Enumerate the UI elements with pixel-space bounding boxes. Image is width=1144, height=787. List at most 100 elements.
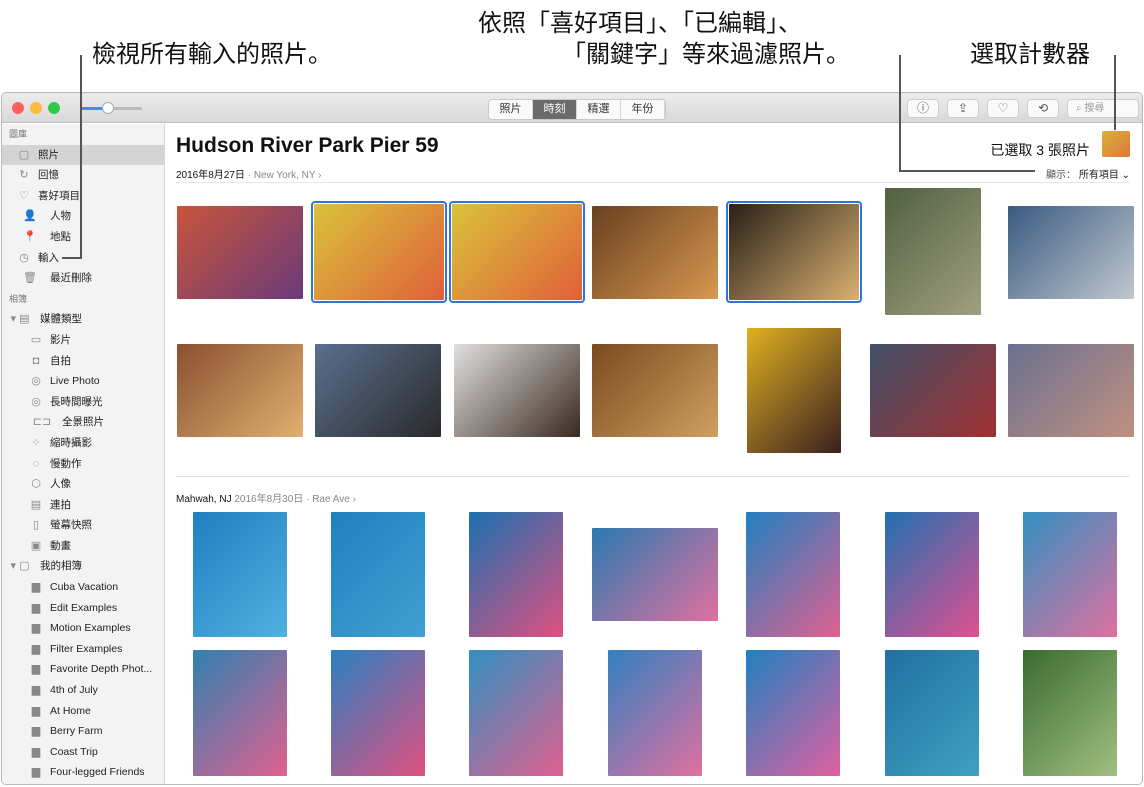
photo-thumbnail[interactable] xyxy=(177,206,303,299)
photo-thumbnail[interactable] xyxy=(449,201,585,303)
sidebar-item-label: Motion Examples xyxy=(50,622,131,635)
slider-knob[interactable] xyxy=(102,102,114,114)
zoom-button[interactable] xyxy=(48,102,60,114)
sidebar-item-library-2[interactable]: ♡ 喜好項目 xyxy=(2,186,164,207)
sidebar-item-media-8[interactable]: ▤ 連拍 xyxy=(2,495,164,516)
tab-0[interactable]: 照片 xyxy=(489,100,533,119)
selection-thumbnail[interactable] xyxy=(1102,131,1130,157)
sidebar-item-album-6[interactable]: ▆ At Home xyxy=(2,701,164,722)
sidebar-item-album-0[interactable]: ▆ Cuba Vacation xyxy=(2,577,164,598)
page-title: Hudson River Park Pier 59 xyxy=(176,134,439,157)
tab-2[interactable]: 精選 xyxy=(577,100,621,119)
sidebar-item-media-types[interactable]: ▾ ▤ 媒體類型 xyxy=(2,309,164,330)
photo-thumbnail[interactable] xyxy=(315,344,441,437)
sidebar-item-album-4[interactable]: ▆ Favorite Depth Phot... xyxy=(2,659,164,680)
photo-thumbnail[interactable] xyxy=(885,512,979,637)
sidebar-item-media-5[interactable]: ⁘ 縮時攝影 xyxy=(2,433,164,454)
minimize-button[interactable] xyxy=(30,102,42,114)
sidebar-item-label: 動畫 xyxy=(50,539,71,552)
photo-thumbnail[interactable] xyxy=(1023,512,1117,637)
sidebar-item-media-2-icon: ◎ xyxy=(31,375,41,388)
sidebar-item-library-6[interactable]: 🗑 最近刪除 xyxy=(2,268,164,289)
sidebar-item-library-1[interactable]: ↻ 回憶 xyxy=(2,165,164,186)
sidebar-item-library-0-icon: ▢ xyxy=(18,148,30,161)
photo-thumbnail[interactable] xyxy=(746,650,840,776)
sidebar-item-media-9[interactable]: ▯ 螢幕快照 xyxy=(2,515,164,536)
photo-thumbnail[interactable] xyxy=(193,512,287,637)
photo-thumbnail[interactable] xyxy=(177,344,303,437)
chevron-right-icon: › xyxy=(349,494,356,505)
sidebar-item-album-7[interactable]: ▆ Berry Farm xyxy=(2,721,164,742)
sidebar-item-media-6[interactable]: ◌ 慢動作 xyxy=(2,454,164,475)
sidebar-item-my-albums[interactable]: ▾ ▢ 我的相簿 xyxy=(2,556,164,577)
sidebar-item-album-1[interactable]: ▆ Edit Examples xyxy=(2,598,164,619)
info-button[interactable]: ⓘ xyxy=(907,99,939,118)
sidebar-item-library-5[interactable]: ◷ 輸入 xyxy=(2,248,164,269)
divider xyxy=(176,476,1130,477)
photo-thumbnail[interactable] xyxy=(311,201,447,303)
sidebar-item-album-3[interactable]: ▆ Filter Examples xyxy=(2,639,164,660)
photo-thumbnail[interactable] xyxy=(1023,650,1117,776)
thumbnail-size-slider[interactable] xyxy=(82,102,142,114)
sidebar-item-album-5[interactable]: ▆ 4th of July xyxy=(2,680,164,701)
rotate-button[interactable]: ⟲ xyxy=(1027,99,1059,118)
sidebar-item-album-9[interactable]: ▆ Four-legged Friends xyxy=(2,762,164,783)
sidebar-item-media-0[interactable]: ▭ 影片 xyxy=(2,330,164,351)
favorite-button[interactable]: ♡ xyxy=(987,99,1019,118)
sidebar-item-label: 照片 xyxy=(38,148,59,161)
sidebar-item-album-1-icon: ▆ xyxy=(31,601,41,614)
sidebar-item-album-9-icon: ▆ xyxy=(31,766,41,779)
sidebar-item-album-6-icon: ▆ xyxy=(31,704,41,717)
photo-thumbnail[interactable] xyxy=(1008,206,1134,299)
moment-header-2[interactable]: Mahwah, NJ 2016年8月30日 · Rae Ave › xyxy=(176,490,356,505)
photo-thumbnail[interactable] xyxy=(331,650,425,776)
sidebar-item-media-7[interactable]: ⬡ 人像 xyxy=(2,474,164,495)
photo-thumbnail[interactable] xyxy=(726,201,862,303)
photo-thumbnail[interactable] xyxy=(454,344,580,437)
sidebar-header-albums: 相簿 xyxy=(2,289,164,310)
sidebar-header-library: 圖庫 xyxy=(2,124,164,145)
photo-thumbnail[interactable] xyxy=(1008,344,1134,437)
search-field[interactable]: ⌕ 搜尋 xyxy=(1067,99,1139,118)
sidebar-item-media-1[interactable]: ◘ 自拍 xyxy=(2,351,164,372)
photo-thumbnail[interactable] xyxy=(885,650,979,776)
photo-thumbnail[interactable] xyxy=(592,528,718,621)
view-tabs: 照片 時刻 精選 年份 xyxy=(488,99,666,120)
sidebar-item-library-2-icon: ♡ xyxy=(19,189,29,202)
sidebar-item-library-3[interactable]: 👤 人物 xyxy=(2,206,164,227)
annotation-filter-1: 依照「喜好項目」、「已編輯」、 xyxy=(478,9,802,37)
photo-thumbnail[interactable] xyxy=(592,206,718,299)
sidebar-item-media-3[interactable]: ◎ 長時間曝光 xyxy=(2,392,164,413)
photo-thumbnail[interactable] xyxy=(885,188,981,315)
photo-thumbnail[interactable] xyxy=(469,512,563,637)
photo-thumbnail[interactable] xyxy=(608,650,702,776)
photo-thumbnail[interactable] xyxy=(747,328,841,453)
photo-thumbnail[interactable] xyxy=(331,512,425,637)
sidebar-item-media-2[interactable]: ◎ Live Photo xyxy=(2,371,164,392)
photo-thumbnail[interactable] xyxy=(746,512,840,637)
close-button[interactable] xyxy=(12,102,24,114)
sidebar-item-media-4[interactable]: ⊏⊐ 全景照片 xyxy=(2,412,164,433)
photo-thumbnail[interactable] xyxy=(193,650,287,776)
sidebar-item-label: 輸入 xyxy=(38,251,59,264)
sidebar-item-media-3-icon: ◎ xyxy=(31,395,41,408)
tab-3[interactable]: 年份 xyxy=(621,100,665,119)
tab-1[interactable]: 時刻 xyxy=(533,100,577,119)
selection-counter: 已選取 3 張照片 xyxy=(990,142,1090,158)
sidebar-item-label: Coast Trip xyxy=(50,745,98,758)
moment-header-1[interactable]: 2016年8月27日 · New York, NY › xyxy=(176,166,321,181)
sidebar-item-media-10[interactable]: ▣ 動畫 xyxy=(2,536,164,557)
sidebar-item-album-2[interactable]: ▆ Motion Examples xyxy=(2,618,164,639)
photo-thumbnail[interactable] xyxy=(469,650,563,776)
share-button[interactable]: ⇪ xyxy=(947,99,979,118)
sidebar-item-media-types-icon: ▾ ▤ xyxy=(10,313,30,326)
sidebar-item-media-1-icon: ◘ xyxy=(32,354,40,367)
photo-thumbnail[interactable] xyxy=(870,344,996,437)
filter-dropdown[interactable]: 顯示： 所有項目 ⌄ xyxy=(1046,166,1130,181)
photo-thumbnail[interactable] xyxy=(592,344,718,437)
sidebar-item-album-4-icon: ▆ xyxy=(31,663,41,676)
sidebar-item-library-0[interactable]: ▢ 照片 xyxy=(2,144,164,166)
sidebar-item-library-4[interactable]: 📍 地點 xyxy=(2,227,164,248)
sidebar-item-album-8[interactable]: ▆ Coast Trip xyxy=(2,742,164,763)
sidebar-item-label: 最近刪除 xyxy=(50,272,92,285)
